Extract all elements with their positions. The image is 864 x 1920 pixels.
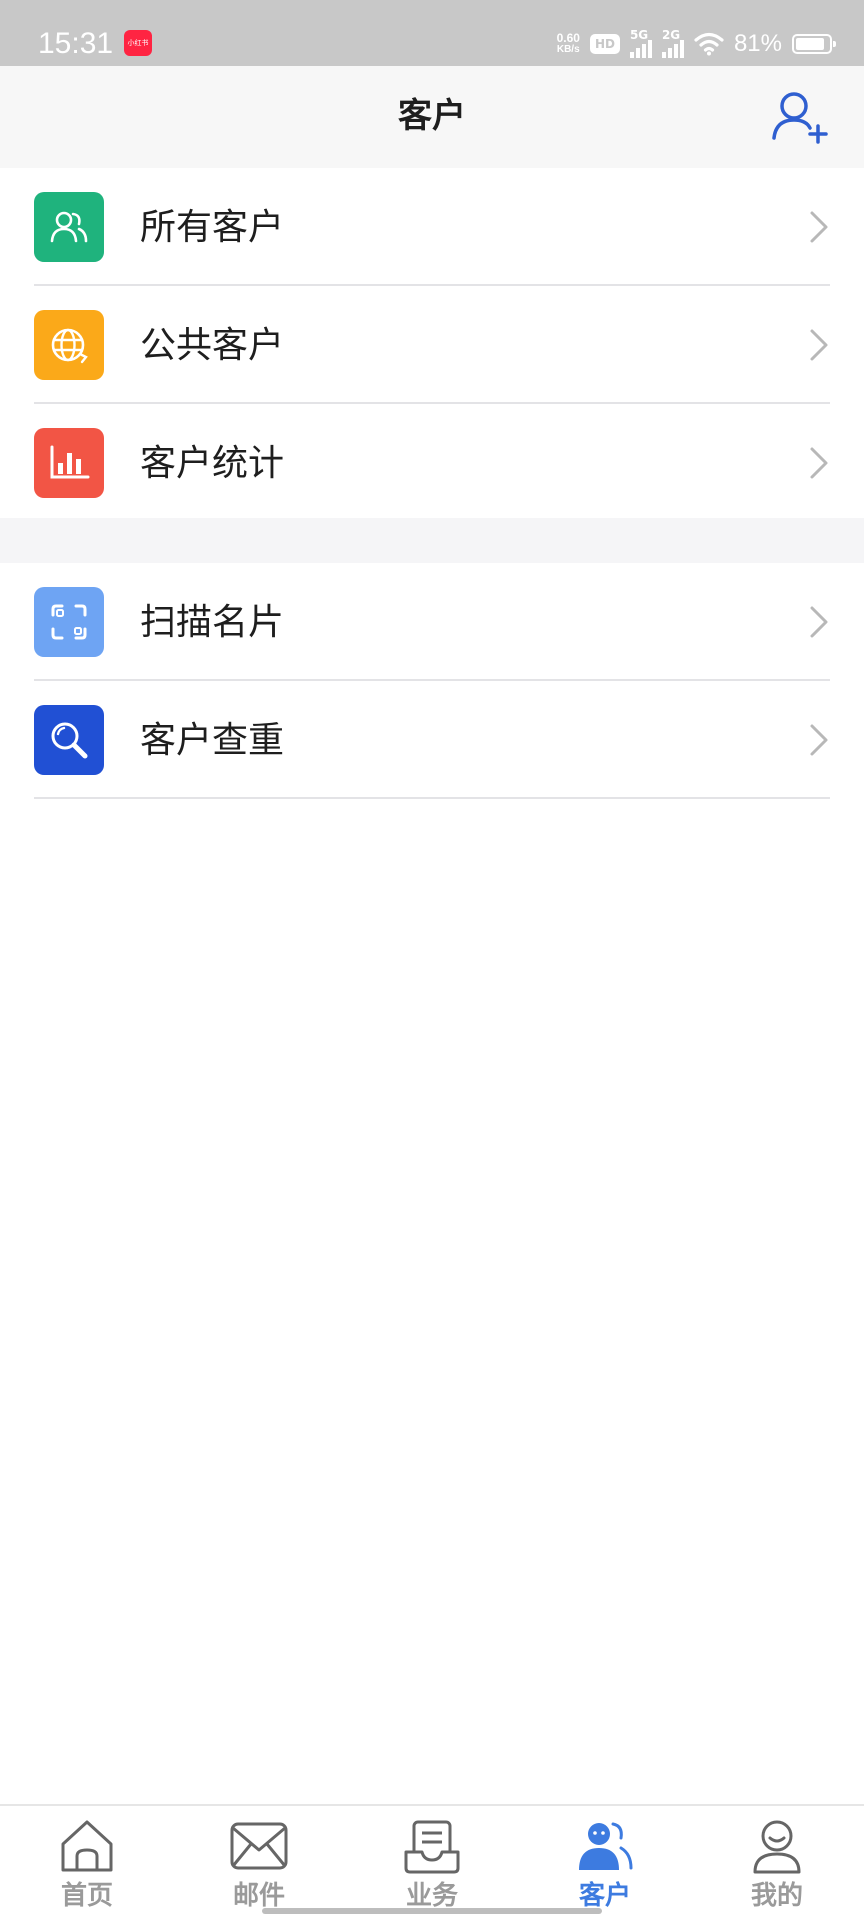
- nav-label: 首页: [60, 1881, 113, 1911]
- home-icon: [61, 1820, 113, 1872]
- mail-icon: [230, 1822, 288, 1870]
- profile-icon: [753, 1820, 801, 1874]
- menu-item-public-customers[interactable]: 公共客户: [0, 286, 864, 404]
- bar-chart-icon: [34, 428, 104, 498]
- chevron-right-icon: [810, 606, 828, 638]
- nav-item-mail[interactable]: 邮件: [199, 1806, 319, 1920]
- chevron-right-icon: [810, 724, 828, 756]
- home-indicator[interactable]: [262, 1908, 602, 1914]
- nav-item-business[interactable]: 业务: [372, 1806, 492, 1920]
- menu-group-customers: 所有客户 公共客户 客户统计: [0, 168, 864, 522]
- menu-group-tools: 扫描名片 客户查重: [0, 563, 864, 799]
- network-speed: 0.60 KB/s: [557, 32, 580, 56]
- users-icon: [34, 192, 104, 262]
- status-bar: 15:31 小红书 0.60 KB/s HD 5G 2G 81%: [0, 0, 864, 66]
- section-spacer: [0, 518, 864, 563]
- status-indicators: 0.60 KB/s HD 5G 2G 81%: [557, 24, 836, 64]
- globe-icon: [34, 310, 104, 380]
- signal-2g-icon: 2G: [661, 28, 684, 58]
- menu-item-label: 扫描名片: [140, 602, 285, 643]
- bottom-nav: 首页 邮件 业务 客户 我的: [0, 1804, 864, 1920]
- page-title: 客户: [398, 96, 466, 136]
- divider: [34, 797, 830, 799]
- chevron-right-icon: [810, 329, 828, 361]
- nav-item-customers[interactable]: 客户: [545, 1806, 665, 1920]
- hd-icon: HD: [589, 34, 620, 54]
- signal-5g-icon: 5G: [629, 28, 652, 58]
- menu-item-all-customers[interactable]: 所有客户: [0, 168, 864, 286]
- business-icon: [404, 1820, 460, 1874]
- status-time: 15:31: [38, 27, 114, 60]
- nav-item-profile[interactable]: 我的: [717, 1806, 837, 1920]
- nav-label: 我的: [750, 1881, 803, 1911]
- wifi-icon: [694, 32, 724, 56]
- magnifier-icon: [34, 705, 104, 775]
- menu-item-label: 所有客户: [140, 207, 285, 248]
- menu-item-duplicate-check[interactable]: 客户查重: [0, 681, 864, 799]
- chevron-right-icon: [810, 211, 828, 243]
- scan-icon: [34, 587, 104, 657]
- menu-item-scan-business-card[interactable]: 扫描名片: [0, 563, 864, 681]
- add-customer-button[interactable]: [768, 86, 832, 150]
- menu-item-label: 公共客户: [140, 325, 285, 366]
- notification-app-icon: 小红书: [124, 30, 152, 56]
- network-speed-value: 0.60: [556, 31, 580, 45]
- header: 客户: [0, 66, 864, 168]
- battery-percent: 81%: [733, 30, 782, 57]
- customers-icon: [579, 1822, 633, 1870]
- add-user-icon: [772, 92, 828, 144]
- menu-item-label: 客户查重: [140, 720, 285, 761]
- chevron-right-icon: [810, 447, 828, 479]
- battery-icon: [792, 34, 836, 54]
- nav-item-home[interactable]: 首页: [27, 1806, 147, 1920]
- menu-item-label: 客户统计: [140, 443, 285, 484]
- network-speed-unit: KB/s: [556, 44, 580, 55]
- menu-item-customer-statistics[interactable]: 客户统计: [0, 404, 864, 522]
